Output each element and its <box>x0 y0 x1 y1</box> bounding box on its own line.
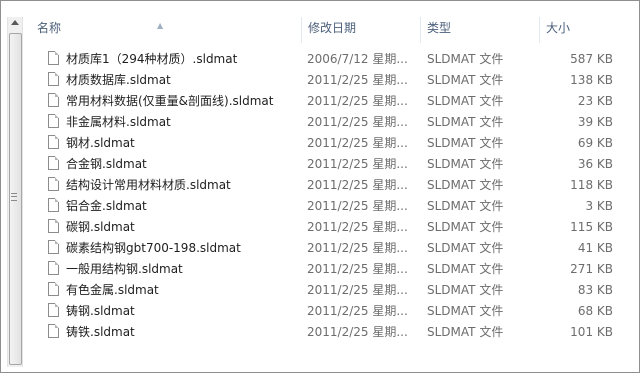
file-name: 非金属材料.sldmat <box>66 115 171 129</box>
file-size: 271 KB <box>570 262 613 276</box>
column-header-date[interactable]: 修改日期 <box>302 17 421 43</box>
file-row[interactable]: 合金钢.sldmat 2011/2/25 星期... SLDMAT 文件 36 … <box>23 154 639 175</box>
file-type: SLDMAT 文件 <box>427 262 504 276</box>
file-icon <box>48 261 59 275</box>
file-size: 587 KB <box>570 52 613 66</box>
file-row[interactable]: 钢材.sldmat 2011/2/25 星期... SLDMAT 文件 69 K… <box>23 133 639 154</box>
file-icon <box>48 51 59 65</box>
file-date: 2011/2/25 星期... <box>307 115 408 129</box>
file-row[interactable]: 常用材料数据(仅重量&剖面线).sldmat 2011/2/25 星期... S… <box>23 91 639 112</box>
file-row[interactable]: 材质库1（294种材质）.sldmat 2006/7/12 星期... SLDM… <box>23 49 639 70</box>
column-header-bar: 名称 ▲ 修改日期 类型 大小 <box>23 17 639 43</box>
file-name: 碳钢.sldmat <box>66 220 135 234</box>
sort-arrow-icon: ▲ <box>157 21 164 30</box>
column-header-name-label: 名称 <box>37 21 62 35</box>
file-name: 材质库1（294种材质）.sldmat <box>66 52 238 66</box>
column-header-size[interactable]: 大小 <box>540 17 639 43</box>
file-type: SLDMAT 文件 <box>427 178 504 192</box>
column-header-size-label: 大小 <box>546 21 571 35</box>
file-row[interactable]: 结构设计常用材料材质.sldmat 2011/2/25 星期... SLDMAT… <box>23 175 639 196</box>
file-date: 2011/2/25 星期... <box>307 220 408 234</box>
file-name: 碳素结构钢gbt700-198.sldmat <box>66 241 241 255</box>
file-row[interactable]: 铝合金.sldmat 2011/2/25 星期... SLDMAT 文件 3 K… <box>23 196 639 217</box>
file-date: 2006/7/12 星期... <box>307 52 408 66</box>
file-size: 41 KB <box>577 241 613 255</box>
file-row[interactable]: 铸钢.sldmat 2011/2/25 星期... SLDMAT 文件 68 K… <box>23 301 639 322</box>
file-date: 2011/2/25 星期... <box>307 241 408 255</box>
file-date: 2011/2/25 星期... <box>307 304 408 318</box>
file-name: 结构设计常用材料材质.sldmat <box>66 178 231 192</box>
file-type: SLDMAT 文件 <box>427 94 504 108</box>
file-type: SLDMAT 文件 <box>427 304 504 318</box>
file-size: 118 KB <box>570 178 613 192</box>
file-type: SLDMAT 文件 <box>427 115 504 129</box>
file-date: 2011/2/25 星期... <box>307 94 408 108</box>
column-header-type[interactable]: 类型 <box>421 17 540 43</box>
file-name: 一般用结构钢.sldmat <box>66 262 183 276</box>
file-date: 2011/2/25 星期... <box>307 73 408 87</box>
file-name: 常用材料数据(仅重量&剖面线).sldmat <box>66 94 274 108</box>
file-row[interactable]: 铸铁.sldmat 2011/2/25 星期... SLDMAT 文件 101 … <box>23 322 639 343</box>
file-size: 68 KB <box>577 304 613 318</box>
file-date: 2011/2/25 星期... <box>307 178 408 192</box>
file-type: SLDMAT 文件 <box>427 241 504 255</box>
file-row[interactable]: 材质数据库.sldmat 2011/2/25 星期... SLDMAT 文件 1… <box>23 70 639 91</box>
file-size: 23 KB <box>577 94 613 108</box>
file-type: SLDMAT 文件 <box>427 283 504 297</box>
file-row[interactable]: 一般用结构钢.sldmat 2011/2/25 星期... SLDMAT 文件 … <box>23 259 639 280</box>
file-icon <box>48 282 59 296</box>
file-type: SLDMAT 文件 <box>427 325 504 339</box>
file-size: 115 KB <box>570 220 613 234</box>
column-header-name[interactable]: 名称 ▲ <box>23 17 302 43</box>
scrollbar-grip-icon <box>11 193 17 201</box>
file-icon <box>48 324 59 338</box>
file-icon <box>48 93 59 107</box>
file-icon <box>48 72 59 86</box>
file-size: 39 KB <box>577 115 613 129</box>
file-name: 钢材.sldmat <box>66 136 135 150</box>
file-date: 2011/2/25 星期... <box>307 199 408 213</box>
vertical-scrollbar[interactable] <box>7 17 23 367</box>
scroll-up-arrow-icon[interactable] <box>11 20 19 25</box>
column-header-type-label: 类型 <box>427 21 452 35</box>
file-row[interactable]: 非金属材料.sldmat 2011/2/25 星期... SLDMAT 文件 3… <box>23 112 639 133</box>
file-icon <box>48 177 59 191</box>
file-name: 材质数据库.sldmat <box>66 73 171 87</box>
file-type: SLDMAT 文件 <box>427 199 504 213</box>
file-type: SLDMAT 文件 <box>427 52 504 66</box>
file-size: 36 KB <box>577 157 613 171</box>
file-row[interactable]: 碳素结构钢gbt700-198.sldmat 2011/2/25 星期... S… <box>23 238 639 259</box>
file-size: 138 KB <box>570 73 613 87</box>
file-icon <box>48 240 59 254</box>
file-icon <box>48 156 59 170</box>
file-size: 101 KB <box>570 325 613 339</box>
file-icon <box>48 198 59 212</box>
file-name: 铝合金.sldmat <box>66 199 147 213</box>
file-date: 2011/2/25 星期... <box>307 262 408 276</box>
file-date: 2011/2/25 星期... <box>307 325 408 339</box>
file-icon <box>48 114 59 128</box>
file-date: 2011/2/25 星期... <box>307 157 408 171</box>
file-icon <box>48 303 59 317</box>
file-size: 83 KB <box>577 283 613 297</box>
file-icon <box>48 219 59 233</box>
column-header-date-label: 修改日期 <box>308 21 357 35</box>
file-name: 铸铁.sldmat <box>66 325 135 339</box>
file-type: SLDMAT 文件 <box>427 73 504 87</box>
file-icon <box>48 135 59 149</box>
file-type: SLDMAT 文件 <box>427 220 504 234</box>
file-row[interactable]: 碳钢.sldmat 2011/2/25 星期... SLDMAT 文件 115 … <box>23 217 639 238</box>
file-name: 铸钢.sldmat <box>66 304 135 318</box>
file-type: SLDMAT 文件 <box>427 157 504 171</box>
file-date: 2011/2/25 星期... <box>307 283 408 297</box>
file-row[interactable]: 有色金属.sldmat 2011/2/25 星期... SLDMAT 文件 83… <box>23 280 639 301</box>
file-date: 2011/2/25 星期... <box>307 136 408 150</box>
file-name: 合金钢.sldmat <box>66 157 147 171</box>
file-list-window: 名称 ▲ 修改日期 类型 大小 材质库1（294种材质）.sldmat 2006… <box>0 0 640 373</box>
file-size: 3 KB <box>585 199 613 213</box>
file-name: 有色金属.sldmat <box>66 283 159 297</box>
file-size: 69 KB <box>577 136 613 150</box>
file-type: SLDMAT 文件 <box>427 136 504 150</box>
